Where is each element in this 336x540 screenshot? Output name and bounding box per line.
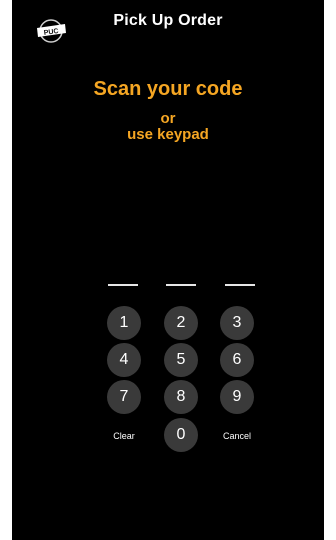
code-slot (225, 284, 255, 286)
key-3-button[interactable]: 3 (220, 306, 254, 340)
or-label: or (160, 110, 176, 127)
key-7-button[interactable]: 7 (107, 380, 141, 414)
key-6-button[interactable]: 6 (220, 343, 254, 377)
key-5-button[interactable]: 5 (164, 343, 198, 377)
keypad-instruction: use keypad (127, 126, 209, 143)
key-0-button[interactable]: 0 (164, 418, 198, 452)
key-2-button[interactable]: 2 (164, 306, 198, 340)
key-9-button[interactable]: 9 (220, 380, 254, 414)
code-entry-display (12, 284, 324, 288)
key-4-button[interactable]: 4 (107, 343, 141, 377)
key-8-button[interactable]: 8 (164, 380, 198, 414)
key-1-button[interactable]: 1 (107, 306, 141, 340)
code-slot (166, 284, 196, 286)
scan-instruction: Scan your code (93, 78, 243, 100)
clear-button[interactable]: Clear (104, 430, 144, 442)
page-title: Pick Up Order (113, 12, 223, 29)
pickup-screen: PUC Pick Up Order Scan your code or use … (12, 0, 324, 540)
code-slot (108, 284, 138, 286)
cancel-button[interactable]: Cancel (217, 430, 257, 442)
